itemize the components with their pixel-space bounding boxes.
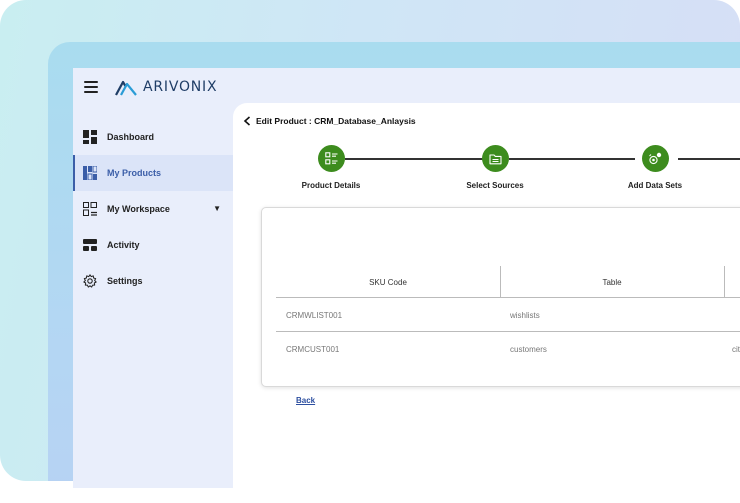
sidebar-item-settings[interactable]: Settings bbox=[73, 263, 233, 299]
column-header-sku-code[interactable]: SKU Code bbox=[276, 266, 500, 298]
table-row[interactable]: CRMWLIST001 wishlists bbox=[276, 298, 740, 332]
column-divider bbox=[724, 266, 725, 298]
step-label: Product Details bbox=[301, 181, 361, 190]
top-bar: ARIVONIX bbox=[73, 68, 740, 104]
page-title-text: Edit Product : CRM_Database_Anlaysis bbox=[256, 116, 416, 126]
cell-sku: CRMCUST001 bbox=[286, 344, 340, 354]
main-content: Edit Product : CRM_Database_Anlaysis Pro… bbox=[233, 103, 740, 503]
sidebar-item-activity[interactable]: Activity bbox=[73, 227, 233, 263]
step-circle bbox=[641, 145, 669, 172]
arivonix-logo-icon bbox=[115, 80, 137, 96]
sidebar-item-my-workspace[interactable]: My Workspace ▼ bbox=[73, 191, 233, 227]
column-header-table[interactable]: Table bbox=[500, 266, 724, 298]
activity-icon bbox=[83, 239, 97, 251]
sidebar-item-label: Dashboard bbox=[107, 132, 155, 142]
step-circle bbox=[317, 145, 345, 172]
sidebar-item-label: Settings bbox=[107, 276, 143, 286]
data-sets-card: SKU Code Table CRMWLIST001 wishlists CRM… bbox=[261, 207, 740, 387]
step-select-sources[interactable]: Select Sources bbox=[435, 145, 555, 190]
chevron-down-icon[interactable]: ▼ bbox=[213, 204, 221, 213]
sidebar-item-dashboard[interactable]: Dashboard bbox=[73, 119, 233, 155]
page-title: Edit Product : CRM_Database_Anlaysis bbox=[243, 116, 416, 126]
back-link[interactable]: Back bbox=[296, 396, 315, 405]
products-grid-icon bbox=[83, 166, 97, 180]
step-circle bbox=[481, 145, 509, 172]
stepper: Product Details Select Sources Add Data … bbox=[233, 145, 740, 195]
folder-icon bbox=[488, 153, 502, 164]
gear-icon bbox=[83, 274, 97, 288]
sidebar: Dashboard My Products My Workspace ▼ Act… bbox=[73, 119, 233, 299]
data-sets-table: SKU Code Table CRMWLIST001 wishlists CRM… bbox=[276, 266, 740, 366]
dashboard-icon bbox=[83, 130, 97, 144]
sidebar-item-label: My Workspace bbox=[107, 204, 170, 214]
sidebar-item-label: Activity bbox=[107, 240, 140, 250]
cell-sku: CRMWLIST001 bbox=[286, 310, 343, 320]
step-label: Add Data Sets bbox=[627, 181, 683, 190]
dataset-gear-icon bbox=[649, 152, 662, 164]
table-header-row: SKU Code Table bbox=[276, 266, 740, 298]
step-label: Select Sources bbox=[466, 181, 524, 190]
brand-name: ARIVONIX bbox=[143, 79, 218, 95]
cell-extra: cit bbox=[732, 344, 740, 354]
brand-logo[interactable]: ARIVONIX bbox=[115, 77, 217, 97]
sidebar-item-my-products[interactable]: My Products bbox=[73, 155, 233, 191]
step-add-data-sets[interactable]: Add Data Sets bbox=[595, 145, 715, 190]
cell-table: customers bbox=[510, 344, 547, 354]
hamburger-menu-icon[interactable] bbox=[84, 81, 98, 93]
workspace-icon bbox=[83, 202, 97, 216]
back-arrow-icon[interactable] bbox=[243, 116, 251, 126]
table-row[interactable]: CRMCUST001 customers cit bbox=[276, 332, 740, 366]
list-icon bbox=[324, 152, 337, 165]
sidebar-item-label: My Products bbox=[107, 168, 162, 178]
cell-table: wishlists bbox=[510, 310, 540, 320]
step-product-details[interactable]: Product Details bbox=[271, 145, 391, 190]
